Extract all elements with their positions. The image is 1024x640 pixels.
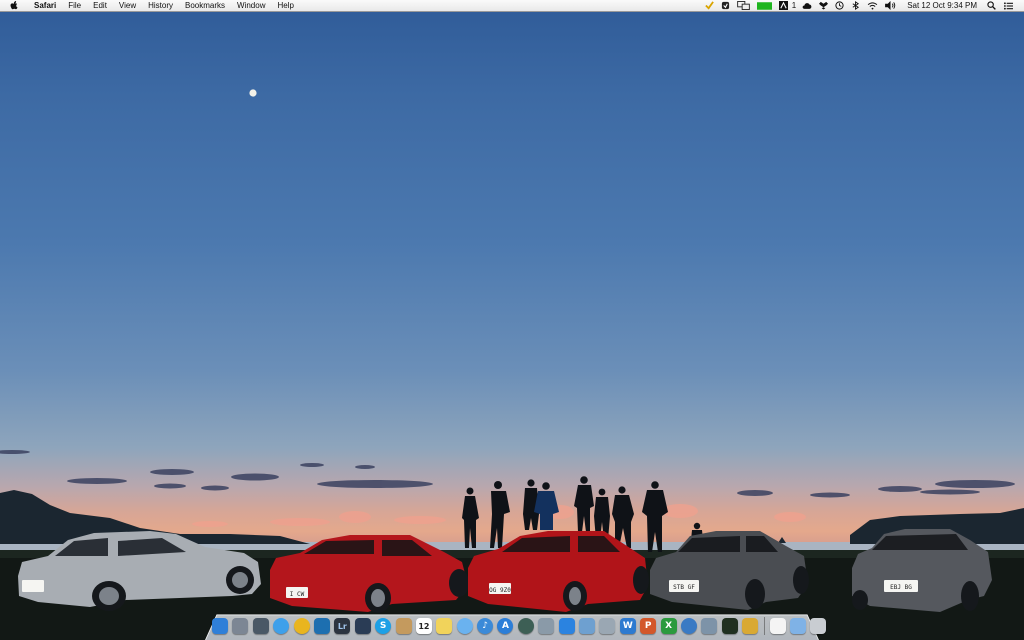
calendar-icon[interactable]: 12 (415, 618, 432, 634)
dropbox-icon[interactable] (818, 1, 828, 11)
plate-text: EBJ BG (890, 584, 912, 591)
time-machine-dock-icon[interactable] (517, 618, 534, 634)
app-store-glyph: A (501, 621, 509, 631)
activity-monitor-icon[interactable] (721, 618, 738, 634)
cloud-icon[interactable] (802, 1, 812, 11)
skype-glyph: S (379, 621, 387, 631)
desktop-wallpaper: I CW OG 9Z0 STB GF EBJ BG (0, 0, 1024, 640)
plate-text: STB GF (673, 584, 695, 591)
plate-text: I CW (290, 591, 305, 598)
menu-history[interactable]: History (142, 0, 179, 12)
itunes-icon[interactable]: ♪ (477, 618, 494, 634)
spotlight-search-icon[interactable] (986, 1, 996, 11)
clock-date-time[interactable]: Sat 12 Oct 9:34 PM (907, 0, 977, 12)
menu-help[interactable]: Help (271, 0, 299, 12)
display-mirror-icon[interactable] (737, 1, 751, 11)
script-icon[interactable] (742, 618, 759, 634)
lightroom-icon[interactable]: Lr (334, 618, 351, 634)
horizon-clouds (0, 450, 1015, 498)
moon (249, 89, 257, 97)
app-store-icon[interactable]: A (497, 618, 514, 634)
image-capture-icon[interactable] (579, 618, 596, 634)
menu-app-name[interactable]: Safari (28, 0, 62, 12)
notes-icon[interactable] (436, 618, 453, 634)
word-glyph: W (622, 621, 633, 631)
adobe-icon[interactable] (779, 1, 789, 11)
migration-icon[interactable] (701, 618, 718, 634)
volume-icon[interactable] (884, 1, 896, 11)
document-icon[interactable] (769, 618, 786, 634)
preview-icon[interactable] (538, 618, 555, 634)
shield-icon[interactable] (721, 1, 731, 11)
battery-green-icon[interactable] (757, 1, 773, 11)
adobe-count: 1 (791, 0, 797, 10)
time-machine-icon[interactable] (834, 1, 844, 11)
excel-glyph: X (665, 621, 673, 631)
apple-menu-icon[interactable] (9, 1, 18, 11)
lightroom-glyph: Lr (337, 621, 347, 631)
google-earth-icon[interactable] (680, 618, 697, 634)
chrome-icon[interactable] (293, 618, 310, 634)
menu-file[interactable]: File (62, 0, 87, 12)
menu-bar: Safari File Edit View History Bookmarks … (0, 0, 1024, 12)
menu-bookmarks[interactable]: Bookmarks (179, 0, 231, 12)
powerpoint-glyph: P (644, 621, 652, 631)
folder-icon[interactable] (789, 618, 806, 634)
mail-icon[interactable] (599, 618, 616, 634)
wallpaper-scene: I CW OG 9Z0 STB GF EBJ BG (0, 89, 1024, 640)
menu-window[interactable]: Window (231, 0, 271, 12)
powerpoint-icon[interactable]: P (640, 618, 657, 634)
contacts-icon[interactable] (395, 618, 412, 634)
calendar-glyph: 12 (418, 621, 430, 631)
menu-edit[interactable]: Edit (87, 0, 113, 12)
dock-separator (763, 617, 765, 635)
plate-text: OG 9Z0 (489, 587, 511, 594)
mission-control-icon[interactable] (252, 618, 269, 634)
dock: Lr S 12 ♪ A W P X (212, 615, 827, 637)
messages-icon[interactable] (456, 618, 473, 634)
itunes-glyph: ♪ (482, 621, 488, 631)
kindle-icon[interactable] (354, 618, 371, 634)
photoshop-icon[interactable] (313, 618, 330, 634)
bluetooth-icon[interactable] (850, 1, 860, 11)
skype-icon[interactable]: S (375, 618, 392, 634)
finder-icon[interactable] (212, 618, 228, 634)
excel-icon[interactable]: X (660, 618, 677, 634)
word-icon[interactable]: W (619, 618, 636, 634)
checkmark-icon[interactable] (705, 1, 715, 11)
menu-view[interactable]: View (113, 0, 142, 12)
launchpad-icon[interactable] (232, 618, 249, 634)
safari-icon[interactable] (273, 618, 290, 634)
wifi-icon[interactable] (866, 1, 878, 11)
notification-center-icon[interactable] (1003, 1, 1013, 11)
icloud-icon[interactable] (558, 618, 575, 634)
trash-icon[interactable] (810, 618, 827, 634)
